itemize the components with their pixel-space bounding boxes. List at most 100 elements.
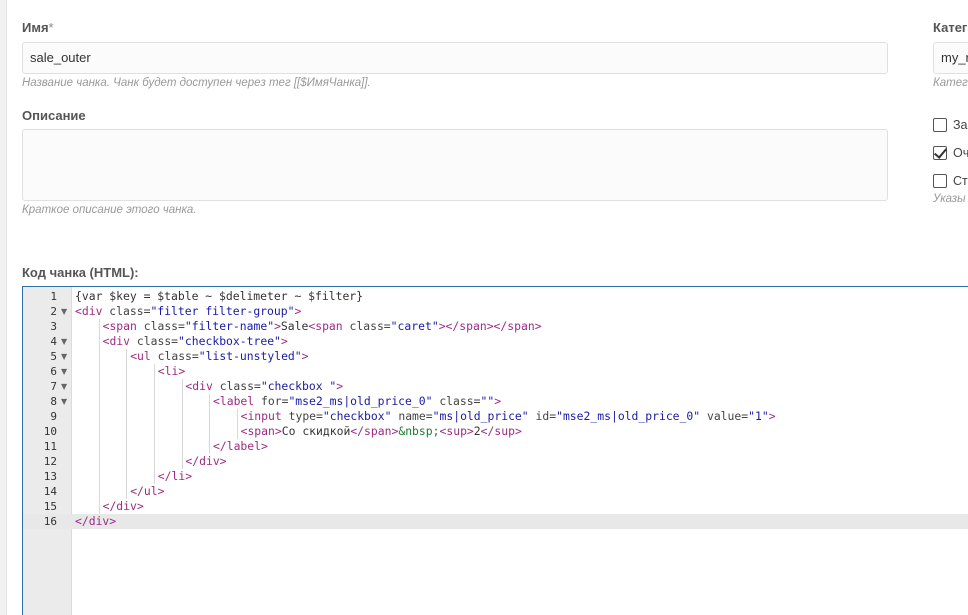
indent-guide [126, 394, 128, 409]
fold-toggle-icon[interactable]: ▼ [61, 394, 67, 409]
code-line[interactable]: 4 ▼ <div class="checkbox-tree"> [23, 334, 968, 349]
code-text: <li> [157, 364, 186, 378]
code-text: <div class="checkbox-tree"> [102, 334, 288, 348]
line-number: 7 [50, 380, 57, 393]
code-text: <ul class="list-unstyled"> [130, 349, 309, 363]
code-line[interactable]: 9 <input type="checkbox" name="ms|old_pri… [23, 409, 968, 424]
indent-guide [209, 424, 211, 439]
code-line[interactable]: 2 ▼ <div class="filter filter-group"> [23, 304, 968, 319]
indent-guide [153, 469, 155, 484]
indent-guide [236, 424, 238, 439]
indent-guide [126, 364, 128, 379]
checkbox-2-label: Оч [953, 146, 968, 160]
line-number: 4 [50, 335, 57, 348]
indent-guide [181, 409, 183, 424]
indent-guide [153, 424, 155, 439]
code-line[interactable]: 16 </div> [23, 514, 968, 529]
checkbox-option-3[interactable]: Ст [933, 173, 968, 189]
code-line[interactable]: 1 {var $key = $table ~ $delimeter ~ $filt… [23, 289, 968, 304]
indent-guide [98, 349, 100, 364]
code-line[interactable]: 6 ▼ <li> [23, 364, 968, 379]
indent-guide [126, 454, 128, 469]
code-text: </div> [102, 499, 144, 513]
indent-guide [153, 439, 155, 454]
indent-guide [181, 454, 183, 469]
code-lines[interactable]: 1 {var $key = $table ~ $delimeter ~ $filt… [23, 289, 968, 529]
indent-guide [126, 379, 128, 394]
code-line[interactable]: 8 ▼ <label for="mse2_ms|old_price_0" class… [23, 394, 968, 409]
indent-guide [126, 349, 128, 364]
indent-guide [126, 484, 128, 499]
code-line[interactable]: 10 <span>Со скидкой</span>&nbsp;<sup>2</s… [23, 424, 968, 439]
name-hint: Название чанка. Чанк будет доступен чере… [22, 77, 371, 89]
code-text: {var $key = $table ~ $delimeter ~ $filte… [75, 289, 364, 303]
required-mark: * [48, 20, 54, 35]
code-text: <input type="checkbox" name="ms|old_pric… [240, 409, 776, 423]
fold-toggle-icon[interactable]: ▼ [61, 349, 67, 364]
code-text: <div class="filter filter-group"> [75, 304, 302, 318]
line-number: 10 [43, 425, 57, 438]
indent-guide [153, 409, 155, 424]
code-label: Код чанка (HTML): [22, 265, 139, 280]
checkbox-2-checked[interactable] [933, 146, 947, 160]
code-editor[interactable]: 1 {var $key = $table ~ $delimeter ~ $filt… [22, 286, 968, 615]
code-text: <label for="mse2_ms|old_price_0" class="… [213, 394, 502, 408]
indent-guide [236, 409, 238, 424]
indent-guide [98, 439, 100, 454]
line-number: 13 [43, 470, 57, 483]
name-label: Имя* [22, 20, 54, 35]
checkbox-option-1[interactable]: За [933, 117, 968, 133]
indent-guide [98, 319, 100, 334]
fold-toggle-icon[interactable]: ▼ [61, 334, 67, 349]
code-line[interactable]: 14 </ul> [23, 484, 968, 499]
checkbox-hint: Указы [933, 193, 966, 205]
description-textarea[interactable] [22, 129, 888, 201]
code-line[interactable]: 5 ▼ <ul class="list-unstyled"> [23, 349, 968, 364]
checkbox-1-label: За [953, 118, 968, 132]
line-number: 5 [50, 350, 57, 363]
indent-guide [126, 424, 128, 439]
indent-guide [98, 424, 100, 439]
code-line[interactable]: 3 <span class="filter-name">Sale<span cla… [23, 319, 968, 334]
line-number: 12 [43, 455, 57, 468]
description-label: Описание [22, 108, 86, 123]
indent-guide [126, 409, 128, 424]
indent-guide [181, 424, 183, 439]
indent-guide [153, 394, 155, 409]
fold-toggle-icon[interactable]: ▼ [61, 304, 67, 319]
code-text: </li> [157, 469, 193, 483]
checkbox-3-label: Ст [953, 174, 968, 188]
name-input[interactable]: sale_outer [22, 42, 888, 74]
indent-guide [153, 379, 155, 394]
indent-guide [98, 364, 100, 379]
line-number: 6 [50, 365, 57, 378]
fold-toggle-icon[interactable]: ▼ [61, 364, 67, 379]
indent-guide [126, 469, 128, 484]
line-number: 15 [43, 500, 57, 513]
indent-guide [209, 439, 211, 454]
indent-guide [98, 379, 100, 394]
category-hint: Катег [933, 77, 968, 89]
indent-guide [98, 499, 100, 514]
code-line[interactable]: 15 </div> [23, 499, 968, 514]
code-text: <span class="filter-name">Sale<span clas… [102, 319, 542, 333]
code-line[interactable]: 12 </div> [23, 454, 968, 469]
indent-guide [209, 394, 211, 409]
code-line[interactable]: 11 </label> [23, 439, 968, 454]
checkbox-1[interactable] [933, 118, 947, 132]
indent-guide [98, 454, 100, 469]
line-number: 8 [50, 395, 57, 408]
indent-guide [98, 469, 100, 484]
indent-guide [181, 439, 183, 454]
fold-toggle-icon[interactable]: ▼ [61, 379, 67, 394]
code-text: </label> [213, 439, 268, 453]
code-line[interactable]: 7 ▼ <div class="checkbox "> [23, 379, 968, 394]
checkbox-3[interactable] [933, 174, 947, 188]
code-line[interactable]: 13 </li> [23, 469, 968, 484]
indent-guide [98, 409, 100, 424]
checkbox-option-2[interactable]: Оч [933, 145, 968, 161]
indent-guide [181, 394, 183, 409]
code-text: </div> [185, 454, 227, 468]
indent-guide [98, 484, 100, 499]
category-select[interactable]: my_r [933, 42, 968, 74]
